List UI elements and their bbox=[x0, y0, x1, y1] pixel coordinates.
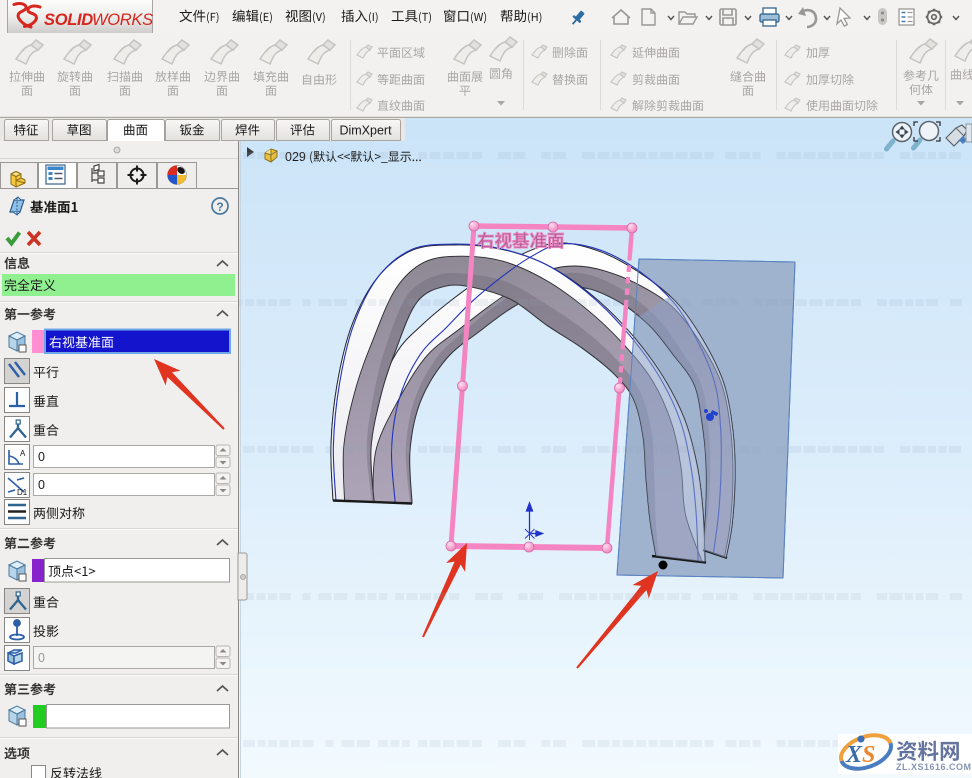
svg-text:A: A bbox=[20, 449, 26, 458]
svg-text:WORKS: WORKS bbox=[92, 11, 153, 29]
svg-text:0: 0 bbox=[38, 478, 45, 492]
svg-text:DimXpert: DimXpert bbox=[339, 124, 392, 138]
svg-text:ZL.XS1616.COM: ZL.XS1616.COM bbox=[896, 762, 972, 772]
svg-text:X: X bbox=[845, 742, 863, 768]
svg-text:D1: D1 bbox=[17, 488, 28, 497]
svg-text:S: S bbox=[862, 742, 875, 768]
svg-text:0: 0 bbox=[38, 450, 45, 464]
svg-text:0: 0 bbox=[38, 651, 45, 665]
svg-text:?: ? bbox=[216, 200, 223, 214]
svg-text:SOLID: SOLID bbox=[44, 11, 93, 29]
